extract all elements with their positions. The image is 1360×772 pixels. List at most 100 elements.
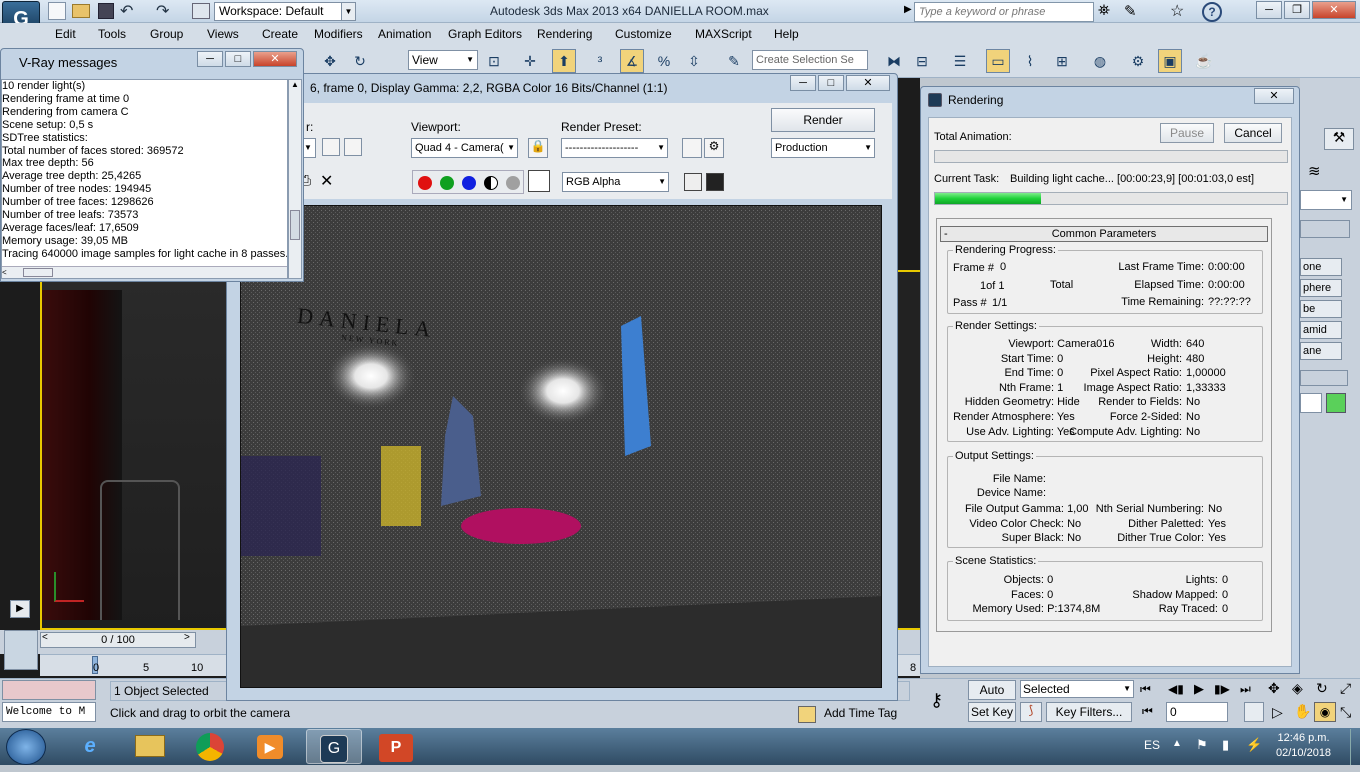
project-folder-icon[interactable] [192, 3, 210, 19]
vertical-scrollbar[interactable]: ▲ [288, 79, 302, 279]
key-icon[interactable]: ⚷ [930, 690, 943, 711]
layer-manager-icon[interactable]: ☰ [948, 49, 972, 73]
communication-icon[interactable]: ✎ [1124, 2, 1137, 20]
render-setup-small-icon[interactable] [682, 138, 702, 158]
menu-customize[interactable]: Customize [615, 27, 672, 41]
next-frame-icon[interactable]: ▮▶ [1214, 682, 1230, 696]
rendering-close-button[interactable]: ✕ [1254, 88, 1294, 104]
background-swatch[interactable] [528, 170, 550, 192]
language-indicator[interactable]: ES [1144, 738, 1160, 752]
clock[interactable]: 12:46 p.m. 02/10/2018 [1276, 731, 1331, 761]
time-config-icon[interactable] [1244, 702, 1264, 722]
vray-maximize-button[interactable]: □ [225, 51, 251, 67]
systems-icon[interactable]: ≋ [1308, 162, 1321, 180]
align-icon[interactable]: ⊟ [910, 49, 934, 73]
reference-coordinate-dropdown[interactable]: View ▼ [408, 50, 478, 70]
network-icon[interactable]: ▮ [1222, 737, 1229, 753]
environment-effects-icon[interactable]: ⚙ [704, 138, 724, 158]
redo-icon[interactable]: ↷ [156, 1, 169, 21]
schematic-view-icon[interactable]: ⊞ [1050, 49, 1074, 73]
start-button-icon[interactable] [6, 729, 46, 765]
play-arrow-icon[interactable]: ▶ [10, 600, 30, 618]
red-channel-icon[interactable] [418, 176, 432, 190]
menu-graph-editors[interactable]: Graph Editors [448, 27, 522, 41]
orbit-camera-icon[interactable]: ◉ [1314, 702, 1336, 722]
time-slider[interactable]: 0 / 100 [40, 632, 196, 648]
current-frame-input[interactable]: 0 [1166, 702, 1228, 722]
slider-prev-icon[interactable]: < [42, 632, 48, 643]
go-to-start-icon[interactable]: ⏮ [1140, 682, 1151, 697]
action-center-icon[interactable]: ⚑ [1196, 737, 1208, 753]
render-button[interactable]: Render [771, 108, 875, 132]
3ds-max-taskbar-icon[interactable]: G [306, 729, 362, 764]
curve-editor-icon[interactable]: ⌇ [1018, 49, 1042, 73]
menu-modifiers[interactable]: Modifiers [314, 27, 363, 41]
close-button[interactable]: ✕ [1312, 1, 1356, 19]
workspace-dropdown[interactable]: Workspace: Default ▼ [214, 2, 356, 21]
hand-pan-icon[interactable]: ✋ [1294, 703, 1311, 720]
favorites-icon[interactable]: ☆ [1170, 1, 1184, 21]
viewport-dropdown[interactable]: Quad 4 - Camera(▼ [411, 138, 518, 158]
mirror-icon[interactable]: ⧓ [882, 49, 906, 73]
orbit-icon[interactable]: ↻ [1316, 680, 1328, 697]
blue-channel-icon[interactable] [462, 176, 476, 190]
orbit-sub-icon[interactable]: ◈ [1292, 680, 1303, 697]
hammer-icon[interactable]: ⚒ [1324, 128, 1354, 150]
show-hidden-icons[interactable]: ▲ [1172, 738, 1182, 749]
cone-button[interactable]: one [1300, 258, 1342, 276]
time-tag-icon[interactable] [798, 706, 816, 723]
pivot-icon[interactable]: ⊡ [482, 49, 506, 73]
key-mode-icon[interactable]: ⟆ [1020, 702, 1042, 722]
menu-create[interactable]: Create [262, 27, 298, 41]
selection-set-dropdown[interactable]: Create Selection Se [752, 50, 868, 70]
scene-explorer-icon[interactable]: ▭ [986, 49, 1010, 73]
internet-explorer-icon[interactable]: e [62, 729, 118, 764]
tube-button[interactable]: be [1300, 300, 1342, 318]
show-desktop-button[interactable] [1350, 729, 1360, 765]
lock-viewport-icon[interactable]: 🔒 [528, 138, 548, 158]
edit-named-selection-icon[interactable]: ✎ [722, 49, 746, 73]
search-arrow-icon[interactable]: ▶ [904, 4, 912, 15]
key-mode-toggle-icon[interactable]: ⏮ [1142, 704, 1153, 719]
common-parameters-header[interactable]: - Common Parameters [940, 226, 1268, 242]
horizontal-scrollbar[interactable]: < [2, 266, 287, 278]
alpha-channel-icon[interactable] [484, 176, 498, 190]
maxscript-listener-output[interactable] [2, 680, 96, 700]
select-rotate-icon[interactable]: ✥ [318, 49, 342, 73]
undo-icon[interactable]: ↶ [120, 1, 133, 21]
geosphere-button[interactable]: phere [1300, 279, 1342, 297]
go-to-end-icon[interactable]: ⏭ [1240, 682, 1251, 697]
display-channel-dropdown[interactable]: RGB Alpha ▼ [562, 172, 669, 192]
render-preset-dropdown[interactable]: -------------------- ▼ [561, 138, 668, 158]
save-icon[interactable] [98, 3, 114, 19]
render-mode-dropdown[interactable]: Production ▼ [771, 138, 875, 158]
search-input[interactable]: Type a keyword or phrase [914, 2, 1094, 22]
rotate-icon[interactable]: ↻ [348, 49, 372, 73]
select-manipulate-icon[interactable]: ✛ [518, 49, 542, 73]
vfb-maximize-button[interactable]: □ [818, 75, 844, 91]
new-file-icon[interactable] [48, 2, 66, 20]
pan-icon[interactable]: ✥ [1268, 680, 1280, 697]
scroll-thumb[interactable] [290, 210, 300, 240]
toggle-ui-overlay-icon[interactable] [684, 173, 702, 191]
menu-maxscript[interactable]: MAXScript [695, 27, 752, 41]
vray-close-button[interactable]: ✕ [253, 51, 297, 67]
menu-help[interactable]: Help [774, 27, 799, 41]
chrome-icon[interactable] [182, 729, 238, 764]
menu-animation[interactable]: Animation [378, 27, 431, 41]
mini-curve-editor-icon[interactable] [4, 630, 38, 670]
vray-minimize-button[interactable]: ─ [197, 51, 223, 67]
power-icon[interactable]: ⚡ [1246, 737, 1262, 753]
vfb-minimize-button[interactable]: ─ [790, 75, 816, 91]
rendered-frame-window-icon[interactable]: ▣ [1158, 49, 1182, 73]
object-name-input[interactable] [1300, 393, 1322, 413]
binoculars-icon[interactable]: ⛯ [1098, 2, 1110, 19]
selection-filter-dropdown[interactable]: Selected ▼ [1020, 680, 1134, 698]
material-editor-icon[interactable]: ◍ [1088, 49, 1112, 73]
clear-image-icon[interactable]: ✕ [320, 171, 333, 191]
monochrome-icon[interactable] [506, 176, 520, 190]
maxscript-listener-input[interactable]: Welcome to M [2, 702, 96, 722]
set-key-button[interactable]: Set Key [968, 702, 1016, 722]
file-explorer-icon[interactable] [122, 729, 178, 764]
vray-message-log[interactable]: 10 render light(s) Rendering frame at ti… [1, 79, 288, 279]
